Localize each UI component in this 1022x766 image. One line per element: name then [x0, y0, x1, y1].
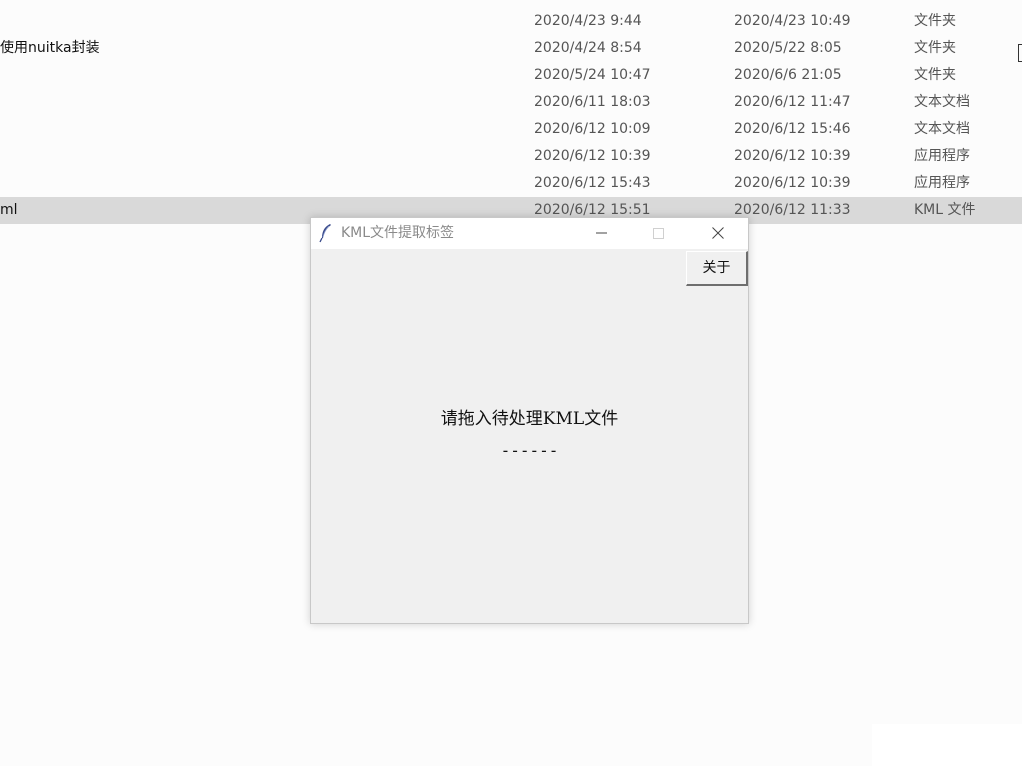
file-type: 文件夹 [914, 13, 956, 29]
file-modified-date: 2020/6/12 15:43 [534, 175, 651, 191]
file-modified-date: 2020/6/11 18:03 [534, 94, 651, 110]
file-list: 2020/4/23 9:44 2020/4/23 10:49 文件夹 使用nui… [0, 8, 1022, 224]
drop-prompt-label: 请拖入待处理KML文件 [440, 409, 619, 429]
file-created-date: 2020/6/12 10:39 [734, 148, 851, 164]
file-row[interactable]: 2020/5/24 10:47 2020/6/6 21:05 文件夹 [0, 62, 1022, 89]
dialog-content[interactable]: 关于 请拖入待处理KML文件 ------ [311, 249, 748, 623]
feather-icon [319, 224, 331, 243]
file-row[interactable]: 使用nuitka封装 2020/4/24 8:54 2020/5/22 8:05… [0, 35, 1022, 62]
dialog-titlebar[interactable]: KML文件提取标签 [311, 218, 748, 249]
file-created-date: 2020/6/12 11:47 [734, 94, 851, 110]
file-type: KML 文件 [914, 202, 976, 218]
file-created-date: 2020/4/23 10:49 [734, 13, 851, 29]
close-icon [712, 227, 724, 239]
file-type: 应用程序 [914, 175, 970, 191]
file-created-date: 2020/6/12 15:46 [734, 121, 851, 137]
file-created-date: 2020/6/12 10:39 [734, 175, 851, 191]
about-button[interactable]: 关于 [686, 251, 748, 286]
maximize-icon [653, 228, 664, 239]
file-row[interactable]: 2020/6/12 15:43 2020/6/12 10:39 应用程序 [0, 170, 1022, 197]
minimize-button[interactable] [579, 218, 625, 249]
file-type: 文件夹 [914, 40, 956, 56]
scroll-bracket [1018, 44, 1022, 62]
file-row[interactable]: 2020/6/12 10:09 2020/6/12 15:46 文本文档 [0, 116, 1022, 143]
corner-panel [872, 724, 1022, 766]
file-type: 文本文档 [914, 121, 970, 137]
kml-dialog-window: KML文件提取标签 关于 请拖入待处理KML文件 ------ [310, 217, 749, 624]
file-modified-date: 2020/6/12 10:09 [534, 121, 651, 137]
file-row[interactable]: 2020/6/11 18:03 2020/6/12 11:47 文本文档 [0, 89, 1022, 116]
file-modified-date: 2020/6/12 10:39 [534, 148, 651, 164]
file-modified-date: 2020/4/24 8:54 [534, 40, 642, 56]
file-created-date: 2020/5/22 8:05 [734, 40, 842, 56]
minimize-icon [596, 232, 607, 234]
file-modified-date: 2020/5/24 10:47 [534, 67, 651, 83]
maximize-button [636, 218, 682, 249]
close-button[interactable] [695, 218, 741, 249]
file-created-date: 2020/6/12 11:33 [734, 202, 851, 218]
status-label: ------ [500, 441, 559, 460]
file-type: 应用程序 [914, 148, 970, 164]
file-created-date: 2020/6/6 21:05 [734, 67, 842, 83]
file-modified-date: 2020/4/23 9:44 [534, 13, 642, 29]
file-name: ml [0, 202, 18, 218]
file-name: 使用nuitka封装 [0, 40, 100, 56]
file-row[interactable]: 2020/4/23 9:44 2020/4/23 10:49 文件夹 [0, 8, 1022, 35]
file-type: 文本文档 [914, 94, 970, 110]
dialog-title: KML文件提取标签 [341, 225, 455, 241]
file-type: 文件夹 [914, 67, 956, 83]
file-row[interactable]: 2020/6/12 10:39 2020/6/12 10:39 应用程序 [0, 143, 1022, 170]
